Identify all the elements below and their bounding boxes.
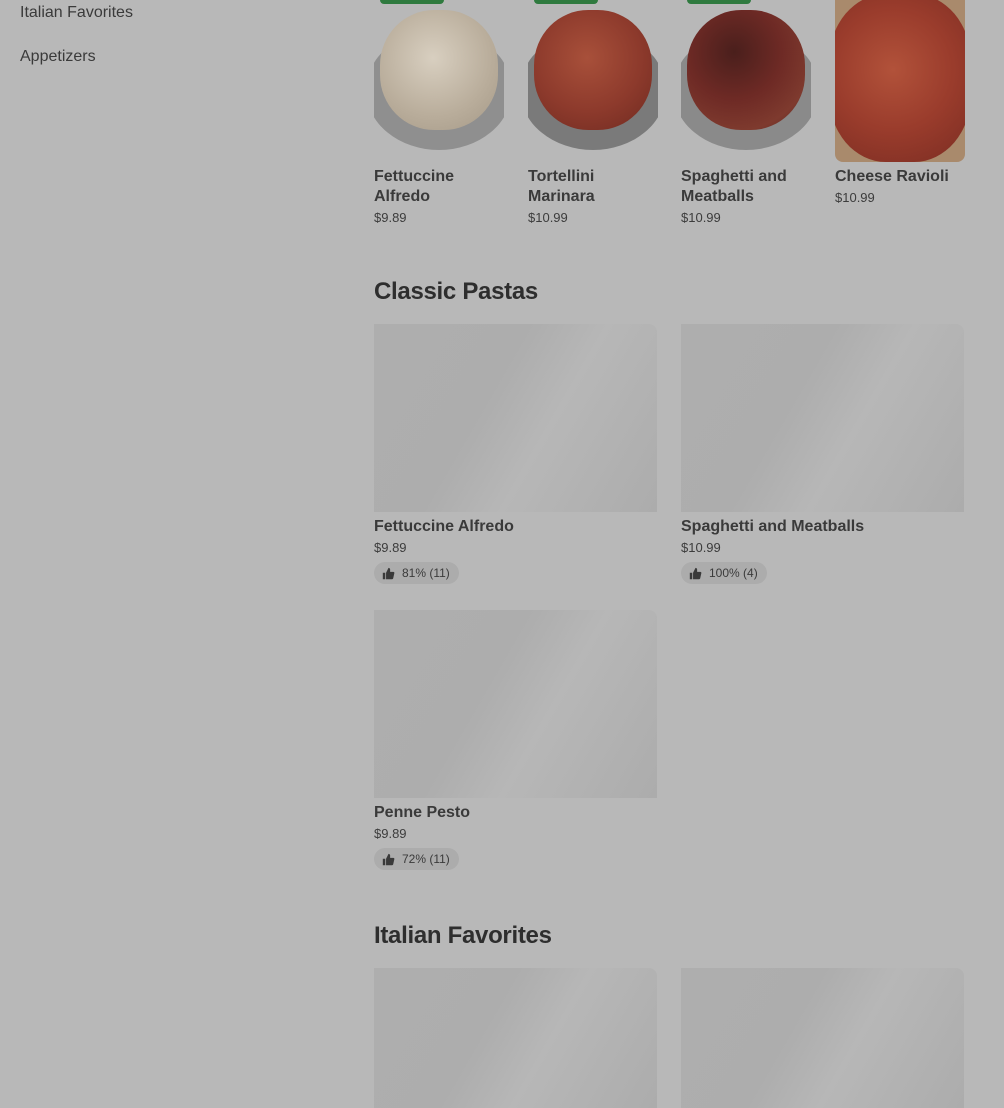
featured-item-card[interactable]: Cheese Ravioli $10.99 — [835, 0, 965, 205]
featured-item-price: $10.99 — [528, 210, 568, 225]
menu-item-image-placeholder — [681, 324, 964, 512]
sidebar-item-italian-favorites[interactable]: Italian Favorites — [20, 4, 133, 22]
sidebar-item-appetizers[interactable]: Appetizers — [20, 48, 96, 66]
rating-badge: 100% (4) — [681, 562, 767, 584]
featured-item-name: Tortellini Marinara — [528, 168, 595, 205]
menu-item-price: $9.89 — [374, 826, 407, 841]
featured-item-image — [374, 0, 504, 162]
rating-text: 72% (11) — [402, 852, 450, 866]
thumbs-up-icon — [382, 853, 395, 865]
featured-badge — [534, 0, 598, 4]
rating-badge: 72% (11) — [374, 848, 459, 870]
menu-item-price: $10.99 — [681, 540, 721, 555]
menu-item-card[interactable]: Spaghetti and Meatballs $10.99 100% (4) — [681, 324, 964, 585]
menu-item-name: Fettuccine Alfredo — [374, 518, 514, 535]
featured-item-card[interactable]: Tortellini Marinara $10.99 — [528, 0, 658, 225]
food-shape — [835, 0, 965, 162]
thumbs-up-icon — [689, 567, 702, 579]
rating-text: 81% (11) — [402, 566, 450, 580]
featured-item-image — [681, 0, 811, 162]
featured-item-image — [835, 0, 965, 162]
menu-item-image-placeholder — [374, 610, 657, 798]
menu-item-card[interactable] — [681, 968, 964, 1108]
featured-item-name: Fettuccine Alfredo — [374, 168, 455, 205]
section-title-italian-favorites: Italian Favorites — [374, 922, 552, 949]
featured-item-name: Cheese Ravioli — [835, 168, 949, 185]
featured-item-price: $9.89 — [374, 210, 407, 225]
food-shape — [534, 10, 652, 130]
menu-item-card[interactable]: Fettuccine Alfredo $9.89 81% (11) — [374, 324, 657, 585]
featured-item-name: Spaghetti and Meatballs — [681, 168, 787, 205]
featured-item-card[interactable]: Fettuccine Alfredo $9.89 — [374, 0, 504, 225]
menu-item-price: $9.89 — [374, 540, 407, 555]
featured-item-card[interactable]: Spaghetti and Meatballs $10.99 — [681, 0, 811, 225]
menu-item-image-placeholder — [374, 324, 657, 512]
menu-item-name: Penne Pesto — [374, 804, 471, 821]
menu-item-image-placeholder — [681, 968, 964, 1108]
food-shape — [380, 10, 498, 130]
featured-item-image — [528, 0, 658, 162]
featured-item-price: $10.99 — [835, 190, 875, 205]
menu-item-image-placeholder — [374, 968, 657, 1108]
featured-badge — [380, 0, 444, 4]
thumbs-up-icon — [382, 567, 395, 579]
featured-badge — [687, 0, 751, 4]
rating-badge: 81% (11) — [374, 562, 459, 584]
food-shape — [687, 10, 805, 130]
section-title-classic-pastas: Classic Pastas — [374, 278, 538, 305]
rating-text: 100% (4) — [709, 566, 758, 580]
menu-item-card[interactable] — [374, 968, 657, 1108]
menu-item-card[interactable]: Penne Pesto $9.89 72% (11) — [374, 610, 657, 871]
featured-item-price: $10.99 — [681, 210, 721, 225]
menu-item-name: Spaghetti and Meatballs — [681, 518, 865, 535]
